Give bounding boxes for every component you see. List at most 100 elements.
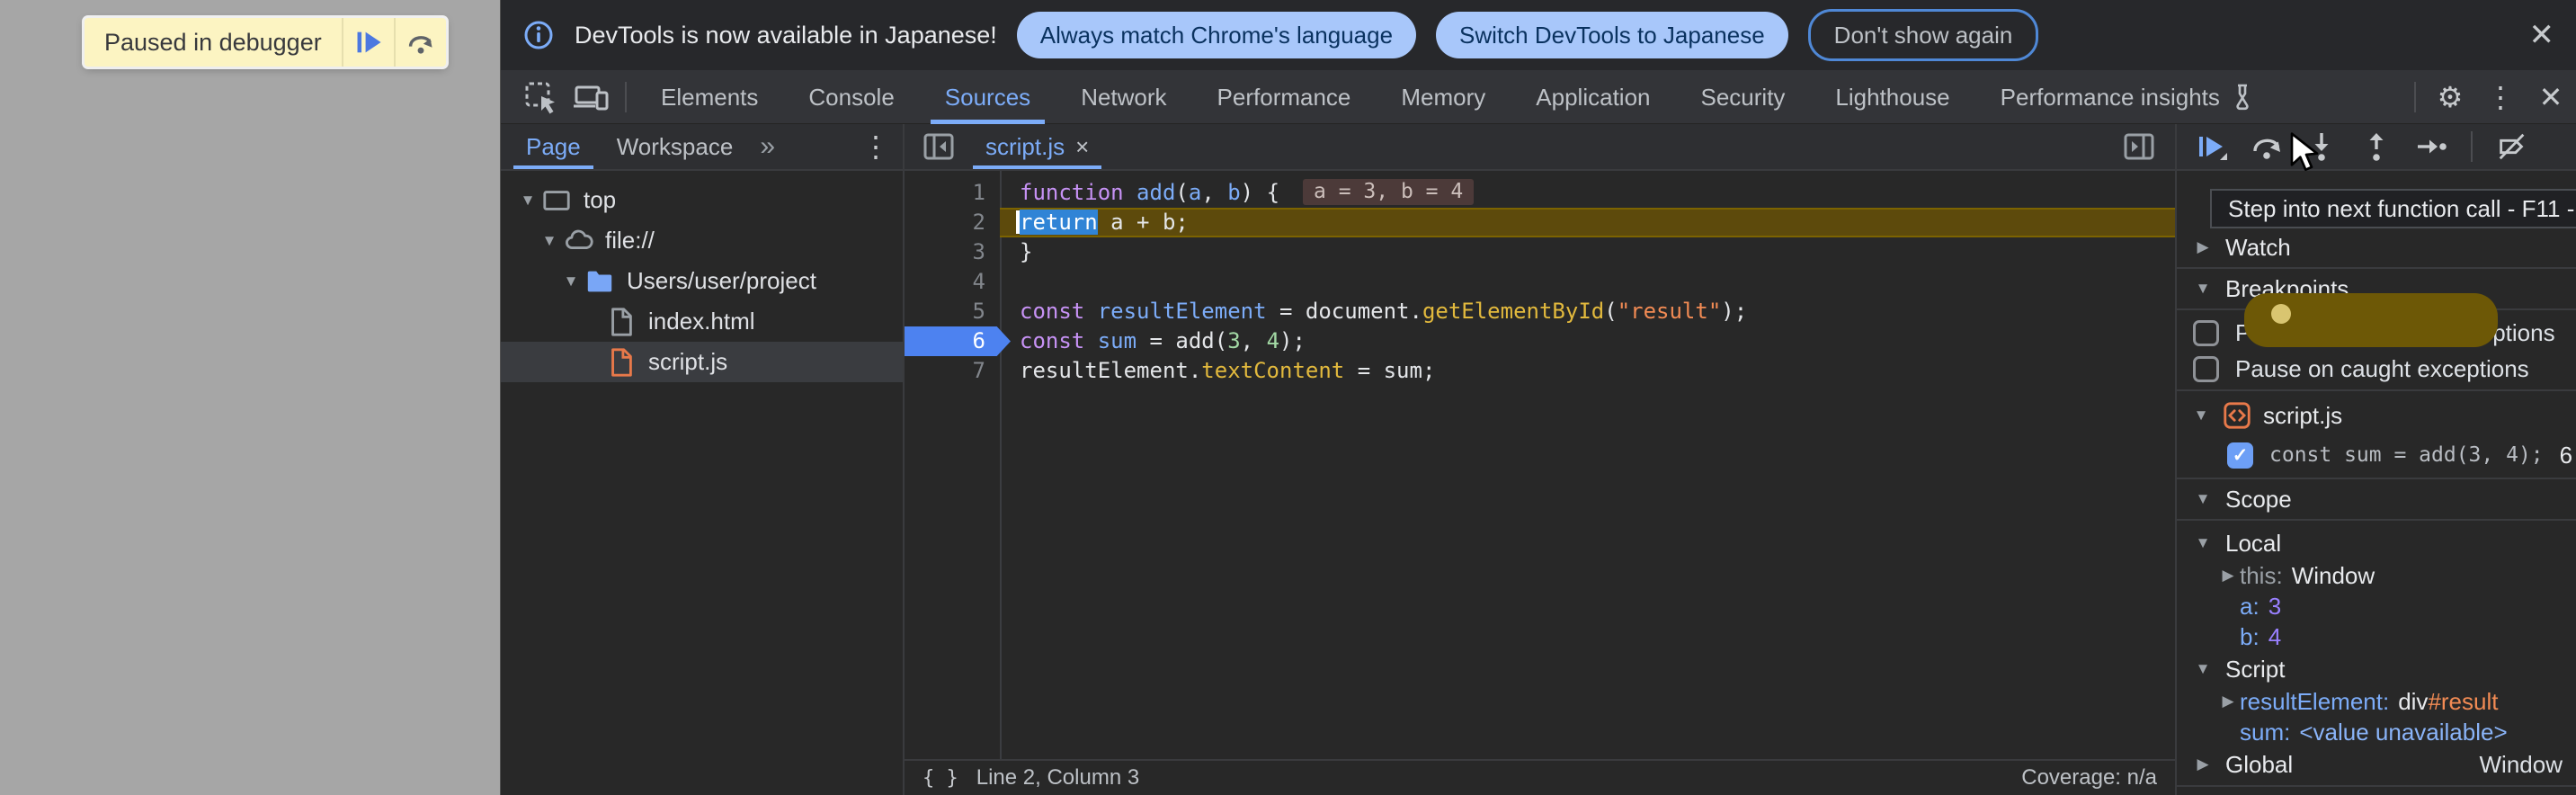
tree-item-file[interactable]: ▼file:// — [501, 220, 903, 261]
code-text[interactable]: const resultElement = document.getElemen… — [1000, 297, 2175, 326]
banner-step-over-button[interactable] — [394, 18, 446, 67]
inspect-element-button[interactable] — [515, 70, 566, 124]
pretty-print-icon[interactable]: { } — [923, 767, 958, 790]
more-tabs-icon[interactable]: » — [751, 131, 784, 162]
toolbar-divider — [625, 82, 627, 112]
tree-item-index-html[interactable]: index.html — [501, 301, 903, 342]
tree-item-users-user-project[interactable]: ▼Users/user/project — [501, 261, 903, 301]
disclosure-triangle-icon[interactable]: ▼ — [558, 272, 584, 290]
tree-item-script-js[interactable]: script.js — [501, 342, 903, 382]
pane-divider[interactable] — [903, 124, 905, 795]
line-number-text: 4 — [973, 269, 985, 294]
tab-lighthouse[interactable]: Lighthouse — [1810, 70, 1974, 124]
breakpoint-group: ▼script.js✓const sum = add(3, 4);6 — [2177, 391, 2576, 479]
scope-group-local[interactable]: ▼Local — [2177, 526, 2576, 560]
checkbox[interactable] — [2193, 320, 2219, 346]
scope-variable-this[interactable]: ▶this: Window — [2177, 560, 2576, 591]
tab-memory[interactable]: Memory — [1376, 70, 1511, 124]
code-text[interactable]: function add(a, b) {a = 3, b = 4 — [1000, 178, 2175, 208]
tab-sources[interactable]: Sources — [920, 70, 1056, 124]
banner-resume-button[interactable] — [342, 18, 394, 67]
editor-tab-scriptjs[interactable]: script.js × — [969, 124, 1105, 169]
pause-on-caught-exceptions[interactable]: Pause on caught exceptions — [2177, 351, 2576, 387]
editor-tab-close-icon[interactable]: × — [1075, 135, 1089, 158]
step-button[interactable] — [2414, 130, 2448, 164]
code-text[interactable] — [1000, 267, 2175, 297]
tab-performance[interactable]: Performance — [1192, 70, 1377, 124]
line-number-6[interactable]: 6 — [905, 326, 1000, 356]
pane-divider[interactable] — [2175, 124, 2177, 795]
navigator-kebab-menu-icon[interactable]: ⋮ — [861, 132, 890, 161]
code-token: a — [1189, 180, 1201, 205]
line-number-3[interactable]: 3 — [905, 237, 1000, 267]
step-over-icon — [406, 29, 435, 56]
dont-show-again-button[interactable]: Don't show again — [1808, 9, 2039, 61]
code-line-3: 3} — [905, 237, 2175, 267]
line-number-5[interactable]: 5 — [905, 297, 1000, 326]
flask-icon — [2229, 83, 2256, 112]
scope-variable-resultelement[interactable]: ▶resultElement: div#result — [2177, 686, 2576, 717]
tab-console[interactable]: Console — [783, 70, 919, 124]
checkbox[interactable]: ✓ — [2227, 442, 2253, 469]
tab-label: Application — [1536, 71, 1650, 123]
collapse-debugger-icon[interactable] — [2114, 120, 2164, 174]
kebab-menu-icon[interactable]: ⋮ — [2475, 70, 2526, 124]
device-toolbar-button[interactable] — [566, 70, 616, 124]
scope-variable-a[interactable]: a: 3 — [2177, 591, 2576, 621]
breakpoint-group-script-js[interactable]: ▼script.js — [2177, 395, 2576, 436]
tab-application[interactable]: Application — [1511, 70, 1675, 124]
code-token: const — [1020, 299, 1084, 324]
code-text[interactable]: resultElement.textContent = sum; — [1000, 356, 2175, 386]
deactivate-breakpoints-icon — [2495, 130, 2529, 164]
scope-section-header[interactable]: ▼Scope — [2177, 479, 2576, 521]
scope-group-global[interactable]: ▶GlobalWindow — [2177, 747, 2576, 782]
call-stack-section-header[interactable]: ▼Call Stack — [2177, 785, 2576, 795]
match-chrome-language-button[interactable]: Always match Chrome's language — [1017, 12, 1416, 58]
notification-close-icon[interactable]: ✕ — [2529, 20, 2555, 50]
tab-network[interactable]: Network — [1056, 70, 1191, 124]
watch-section-header[interactable]: ▶Watch — [2177, 228, 2576, 269]
collapse-sidebar-icon[interactable] — [914, 120, 964, 174]
tab-label: Performance — [1217, 71, 1351, 123]
devtools-close-icon[interactable]: ✕ — [2526, 70, 2576, 124]
disclosure-triangle-icon: ▼ — [2191, 406, 2211, 424]
deactivate-breakpoints-button[interactable] — [2495, 130, 2529, 164]
line-number-7[interactable]: 7 — [905, 356, 1000, 386]
settings-gear-icon[interactable]: ⚙ — [2425, 70, 2475, 124]
tab-security[interactable]: Security — [1676, 70, 1811, 124]
breakpoint-marker[interactable] — [905, 326, 1011, 356]
tab-workspace[interactable]: Workspace — [599, 124, 752, 169]
code-text[interactable]: } — [1000, 237, 2175, 267]
code-token: ( — [1604, 299, 1617, 324]
tab-performance-insights[interactable]: Performance insights — [1975, 70, 2281, 124]
tab-page[interactable]: Page — [508, 124, 599, 169]
code-text[interactable]: return a + b; — [1000, 208, 2175, 237]
breakpoint-code-snippet: const sum = add(3, 4); — [2269, 443, 2544, 467]
line-number-2[interactable]: 2 — [905, 208, 1000, 237]
breakpoint-entry[interactable]: ✓const sum = add(3, 4);6 — [2177, 436, 2576, 474]
step-out-button[interactable] — [2359, 130, 2393, 164]
toolbar-divider — [2414, 82, 2416, 112]
code-token: ); — [1279, 328, 1306, 353]
disclosure-triangle-icon[interactable]: ▼ — [537, 232, 562, 250]
code-token: getElementById — [1422, 299, 1604, 324]
sources-panel: Page Workspace » ⋮ ▼top▼file://▼Users/us… — [501, 124, 2576, 795]
checkbox[interactable] — [2193, 356, 2219, 382]
code-editor[interactable]: 1function add(a, b) {a = 3, b = 42return… — [905, 171, 2175, 759]
step-over-button[interactable] — [2250, 130, 2284, 164]
scope-group-script[interactable]: ▼Script — [2177, 652, 2576, 686]
disclosure-triangle-icon[interactable]: ▼ — [515, 192, 540, 210]
resume-script-button[interactable] — [2195, 130, 2229, 164]
step-into-button[interactable] — [2304, 130, 2339, 164]
tree-item-top[interactable]: ▼top — [501, 180, 903, 220]
scope-variable-sum[interactable]: sum: <value unavailable> — [2177, 717, 2576, 747]
tab-elements[interactable]: Elements — [636, 70, 783, 124]
switch-devtools-japanese-button[interactable]: Switch DevTools to Japanese — [1436, 12, 1788, 58]
scope-variable-b[interactable]: b: 4 — [2177, 621, 2576, 652]
code-text[interactable]: const sum = add(3, 4); — [1000, 326, 2175, 356]
code-token — [1084, 299, 1097, 324]
tab-label: Performance insights — [2001, 71, 2220, 123]
line-number-1[interactable]: 1 — [905, 178, 1000, 208]
line-number-4[interactable]: 4 — [905, 267, 1000, 297]
code-token: , — [1241, 328, 1267, 353]
